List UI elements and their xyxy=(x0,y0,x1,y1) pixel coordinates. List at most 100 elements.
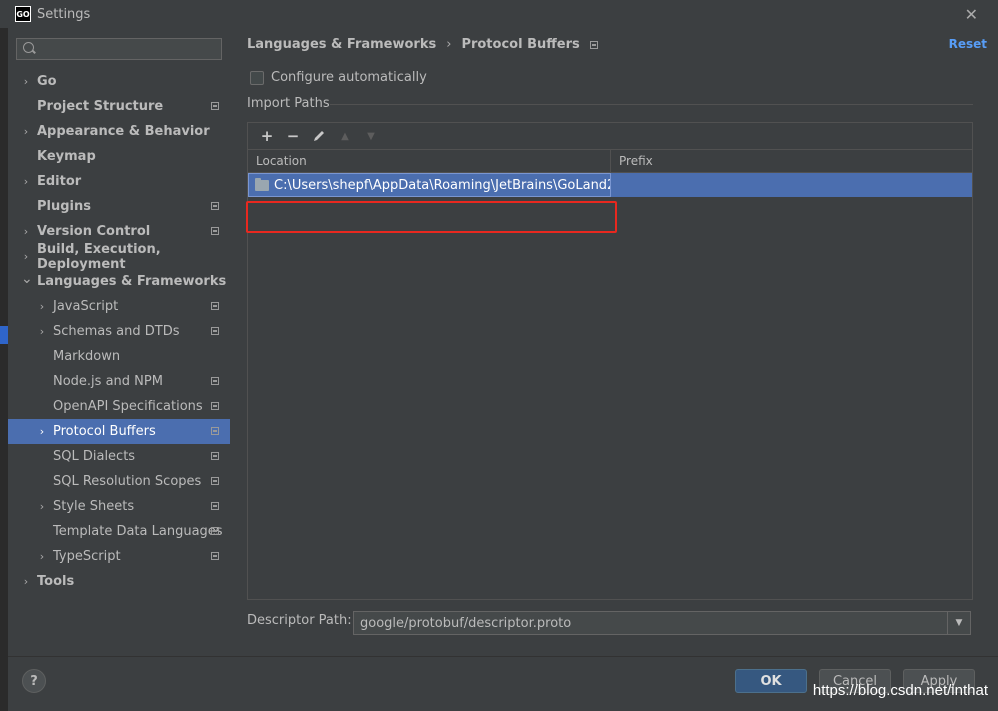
sidebar-item-label: Template Data Languages xyxy=(53,524,223,539)
sidebar-item-javascript[interactable]: › JavaScript xyxy=(8,294,230,319)
import-paths-table: + − ▲ ▼ Location Prefix C:\Users\shepf\A… xyxy=(246,122,973,600)
breadcrumb-item-protocol-buffers: Protocol Buffers xyxy=(461,37,580,52)
chevron-right-icon[interactable]: › xyxy=(21,75,31,88)
highlight-annotation-box xyxy=(246,201,617,233)
chevron-right-icon[interactable]: › xyxy=(37,500,47,513)
sidebar-item-build-execution-deployment[interactable]: › Build, Execution, Deployment xyxy=(8,242,230,272)
sidebar-item-label: Tools xyxy=(37,574,75,589)
search-icon xyxy=(23,42,34,53)
sidebar-item-label: Schemas and DTDs xyxy=(53,324,180,339)
sidebar-item-sql-resolution-scopes[interactable]: SQL Resolution Scopes xyxy=(8,469,230,494)
chevron-down-icon[interactable]: ⌄ xyxy=(21,271,33,287)
chevron-right-icon[interactable]: › xyxy=(37,550,47,563)
sidebar-item-label: Version Control xyxy=(37,224,151,239)
chevron-down-icon[interactable]: ▼ xyxy=(947,612,970,634)
project-level-icon xyxy=(211,377,219,385)
sidebar-item-appearance-behavior[interactable]: › Appearance & Behavior xyxy=(8,119,230,144)
search-input[interactable] xyxy=(16,38,222,60)
breadcrumb: Languages & Frameworks › Protocol Buffer… xyxy=(247,37,598,52)
sidebar-item-editor[interactable]: › Editor xyxy=(8,169,230,194)
sidebar-item-keymap[interactable]: Keymap xyxy=(8,144,230,169)
project-level-icon xyxy=(211,102,219,110)
sidebar-item-go[interactable]: › Go xyxy=(8,69,230,94)
sidebar-item-label: Editor xyxy=(37,174,82,189)
sidebar-item-label: JavaScript xyxy=(53,299,119,314)
chevron-right-icon[interactable]: › xyxy=(37,325,47,338)
import-paths-title: Import Paths xyxy=(247,96,330,111)
chevron-right-icon[interactable]: › xyxy=(37,425,47,438)
reset-link[interactable]: Reset xyxy=(949,37,987,51)
chevron-right-icon[interactable]: › xyxy=(21,225,31,238)
add-icon[interactable]: + xyxy=(254,125,280,147)
sidebar-item-protocol-buffers[interactable]: › Protocol Buffers xyxy=(8,419,230,444)
breadcrumb-separator: › xyxy=(446,37,452,52)
window-title: Settings xyxy=(37,6,91,22)
sidebar-item-node-js-and-npm[interactable]: Node.js and NPM xyxy=(8,369,230,394)
descriptor-path-row: Descriptor Path: google/protobuf/descrip… xyxy=(247,611,971,635)
section-divider xyxy=(330,104,973,105)
chevron-right-icon[interactable]: › xyxy=(21,125,31,138)
sidebar-item-project-structure[interactable]: Project Structure xyxy=(8,94,230,119)
configure-automatically-label[interactable]: Configure automatically xyxy=(271,70,427,85)
table-row[interactable]: C:\Users\shepf\AppData\Roaming\JetBrains… xyxy=(248,173,972,197)
sidebar-item-style-sheets[interactable]: › Style Sheets xyxy=(8,494,230,519)
help-button[interactable]: ? xyxy=(22,669,46,693)
project-level-icon xyxy=(211,452,219,460)
descriptor-path-combo[interactable]: google/protobuf/descriptor.proto ▼ xyxy=(353,611,971,635)
ok-button[interactable]: OK xyxy=(735,669,807,693)
chevron-right-icon[interactable]: › xyxy=(21,575,31,588)
table-header: Location Prefix xyxy=(248,149,972,174)
sidebar-item-markdown[interactable]: Markdown xyxy=(8,344,230,369)
sidebar-item-typescript[interactable]: › TypeScript xyxy=(8,544,230,569)
breadcrumb-item-languages[interactable]: Languages & Frameworks xyxy=(247,37,436,52)
background-window-strip xyxy=(0,28,8,711)
sidebar-item-schemas-and-dtds[interactable]: › Schemas and DTDs xyxy=(8,319,230,344)
sidebar-item-label: Markdown xyxy=(53,349,121,364)
project-level-icon xyxy=(211,552,219,560)
project-level-icon xyxy=(211,477,219,485)
chevron-right-icon[interactable]: › xyxy=(21,250,31,263)
protocol-buffers-panel: Languages & Frameworks › Protocol Buffer… xyxy=(230,28,998,656)
project-level-icon xyxy=(211,202,219,210)
project-level-icon xyxy=(211,302,219,310)
project-level-icon xyxy=(211,402,219,410)
sidebar-item-label: SQL Dialects xyxy=(53,449,136,464)
location-value: C:\Users\shepf\AppData\Roaming\JetBrains… xyxy=(274,177,611,193)
move-down-icon: ▼ xyxy=(367,130,375,142)
sidebar-item-sql-dialects[interactable]: SQL Dialects xyxy=(8,444,230,469)
descriptor-path-value[interactable]: google/protobuf/descriptor.proto xyxy=(360,616,571,631)
project-level-icon xyxy=(211,502,219,510)
sidebar-item-label: TypeScript xyxy=(53,549,121,564)
configure-automatically-row[interactable]: Configure automatically xyxy=(250,70,427,85)
background-selection xyxy=(0,326,8,344)
folder-icon xyxy=(255,177,269,191)
remove-icon[interactable]: − xyxy=(280,125,306,147)
edit-icon[interactable] xyxy=(306,125,332,147)
column-header-location[interactable]: Location xyxy=(256,154,307,168)
watermark: https://blog.csdn.net/inthat xyxy=(812,682,988,699)
table-toolbar: + − ▲ ▼ xyxy=(248,123,972,149)
sidebar-item-label: Style Sheets xyxy=(53,499,135,514)
column-separator[interactable] xyxy=(610,150,611,174)
configure-automatically-checkbox[interactable] xyxy=(250,70,264,85)
sidebar-item-openapi-specifications[interactable]: OpenAPI Specifications xyxy=(8,394,230,419)
close-icon[interactable]: ✕ xyxy=(965,5,978,24)
project-level-icon xyxy=(211,427,219,435)
sidebar-item-tools[interactable]: › Tools xyxy=(8,569,230,594)
sidebar-item-label: Project Structure xyxy=(37,99,164,114)
sidebar-item-label: Languages & Frameworks xyxy=(37,274,227,289)
dialog-footer: ? OK Cancel Apply https://blog.csdn.net/… xyxy=(8,656,998,711)
column-header-prefix[interactable]: Prefix xyxy=(619,154,653,168)
chevron-right-icon[interactable]: › xyxy=(37,300,47,313)
sidebar-item-label: Appearance & Behavior xyxy=(37,124,210,139)
sidebar-item-version-control[interactable]: › Version Control xyxy=(8,219,230,244)
sidebar-item-label: SQL Resolution Scopes xyxy=(53,474,202,489)
location-cell[interactable]: C:\Users\shepf\AppData\Roaming\JetBrains… xyxy=(248,173,611,197)
sidebar-item-template-data-languages[interactable]: Template Data Languages xyxy=(8,519,230,544)
sidebar-item-languages-frameworks[interactable]: ⌄ Languages & Frameworks xyxy=(8,269,230,294)
sidebar-item-label: Node.js and NPM xyxy=(53,374,163,389)
sidebar-item-plugins[interactable]: Plugins xyxy=(8,194,230,219)
chevron-right-icon[interactable]: › xyxy=(21,175,31,188)
sidebar-item-label: Protocol Buffers xyxy=(53,424,156,439)
settings-sidebar: › Go Project Structure › Appearance & Behavi… xyxy=(8,28,230,656)
